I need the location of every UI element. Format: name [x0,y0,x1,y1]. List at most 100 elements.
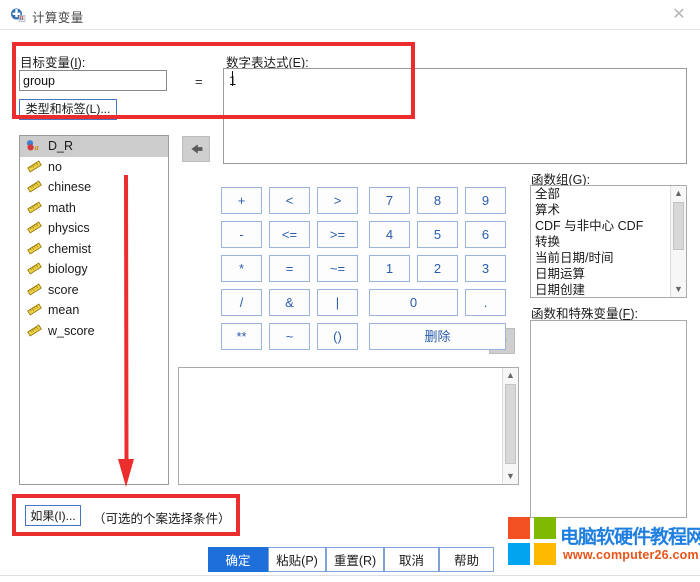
scale-variable-icon [27,160,42,172]
key-0[interactable]: 0 [369,289,458,316]
list-item[interactable]: 日期创建 [531,282,686,297]
key-greater-or-equal[interactable]: >= [317,221,358,248]
list-item-label: w_score [48,323,95,338]
key-divide[interactable]: / [221,289,262,316]
scroll-down-icon[interactable]: ▼ [503,469,518,484]
help-button[interactable]: 帮助 [439,547,494,572]
key-7[interactable]: 7 [369,187,410,214]
title-bar: 计算变量 ✕ [0,0,700,30]
scroll-down-icon[interactable]: ▼ [671,282,686,297]
function-description-box[interactable]: ▲ ▼ [178,367,519,485]
paste-button[interactable]: 粘贴(P) [268,547,326,572]
list-item-label: math [48,200,76,215]
equals-sign: = [195,74,203,89]
list-item-label: D_R [48,139,74,153]
list-item[interactable]: score [20,280,168,301]
scale-variable-icon [27,324,42,336]
list-item[interactable]: 日期运算 [531,266,686,282]
scale-variable-icon [27,283,42,295]
cancel-button[interactable]: 取消 [384,547,439,572]
footer-divider [0,575,700,576]
scale-variable-icon [27,262,42,275]
function-group-list[interactable]: ▲ ▼ 全部 算术 CDF 与非中心 CDF 转换 当前日期/时间 日期运算 日… [530,185,687,298]
key-delete[interactable]: 删除 [369,323,506,350]
numeric-expression-textarea[interactable]: 1 [223,68,687,164]
key-greater-than[interactable]: > [317,187,358,214]
text-caret [232,71,233,86]
list-item[interactable]: 当前日期/时间 [531,250,686,266]
key-9[interactable]: 9 [465,187,506,214]
if-condition-button[interactable]: 如果(I)... [25,505,81,526]
list-item[interactable]: no [20,157,168,178]
watermark-url: www.computer26.com [563,548,699,562]
key-not-equals[interactable]: ~= [317,255,358,282]
scale-variable-icon [27,201,42,213]
function-group-scrollbar[interactable]: ▲ ▼ [670,186,686,297]
watermark: 电脑软硬件教程网 www.computer26.com [508,512,700,578]
key-power[interactable]: ** [221,323,262,350]
ok-button[interactable]: 确定 [208,547,268,572]
key-or[interactable]: | [317,289,358,316]
list-item-label: mean [48,303,80,317]
key-8[interactable]: 8 [417,187,458,214]
list-item-label: chemist [48,241,92,256]
list-item[interactable]: physics [20,218,168,239]
list-item[interactable]: mean [20,300,168,321]
spss-compute-icon [11,8,26,22]
list-item[interactable]: 全部 [531,186,686,202]
if-condition-hint: （可选的个案选择条件） [93,512,231,526]
list-item-label: physics [48,221,90,235]
list-item-label: no [48,159,62,174]
scale-variable-icon [27,303,42,316]
reset-button[interactable]: 重置(R) [326,547,384,572]
key-multiply[interactable]: * [221,255,262,282]
list-item[interactable]: CDF 与非中心 CDF [531,218,686,234]
list-item[interactable]: chemist [20,239,168,260]
scrollbar-thumb[interactable] [505,384,516,464]
list-item[interactable]: a D_R [20,136,168,157]
list-item[interactable]: 算术 [531,202,686,218]
list-item-label: chinese [48,180,92,194]
key-5[interactable]: 5 [417,221,458,248]
list-item[interactable]: math [20,198,168,219]
scale-variable-icon [27,242,42,254]
key-1[interactable]: 1 [369,255,410,282]
close-icon[interactable]: ✕ [662,2,696,27]
type-and-label-button[interactable]: 类型和标签(L)... [19,99,117,120]
list-item[interactable]: chinese [20,177,168,198]
functions-special-variables-list[interactable] [530,320,687,518]
list-item[interactable]: w_score [20,321,168,342]
target-variable-label: 目标变量(I): [20,56,86,70]
key-not[interactable]: ~ [269,323,310,350]
list-item-label: score [48,282,79,297]
scrollbar-thumb[interactable] [673,202,684,250]
watermark-title: 电脑软硬件教程网 [560,526,700,548]
key-and[interactable]: & [269,289,310,316]
key-decimal[interactable]: . [465,289,506,316]
list-item-label: biology [48,262,88,276]
key-less-or-equal[interactable]: <= [269,221,310,248]
target-variable-input[interactable] [19,70,167,91]
key-plus[interactable]: + [221,187,262,214]
key-3[interactable]: 3 [465,255,506,282]
windows-logo-icon [508,517,556,565]
window-title: 计算变量 [32,11,84,25]
variable-list[interactable]: a D_R no chinese math physics chemist bi… [19,135,169,485]
key-parentheses[interactable]: () [317,323,358,350]
key-4[interactable]: 4 [369,221,410,248]
scroll-up-icon[interactable]: ▲ [671,186,686,201]
list-item[interactable]: 转换 [531,234,686,250]
key-minus[interactable]: - [221,221,262,248]
function-description-scrollbar[interactable]: ▲ ▼ [502,368,518,484]
scroll-up-icon[interactable]: ▲ [503,368,518,383]
scale-variable-icon [27,180,42,193]
key-2[interactable]: 2 [417,255,458,282]
key-less-than[interactable]: < [269,187,310,214]
arrow-right-icon [191,144,203,154]
move-to-expression-button[interactable] [182,136,210,162]
list-item[interactable]: biology [20,259,168,280]
key-6[interactable]: 6 [465,221,506,248]
scale-variable-icon [27,221,42,234]
key-equals[interactable]: = [269,255,310,282]
string-variable-icon: a [26,140,39,152]
